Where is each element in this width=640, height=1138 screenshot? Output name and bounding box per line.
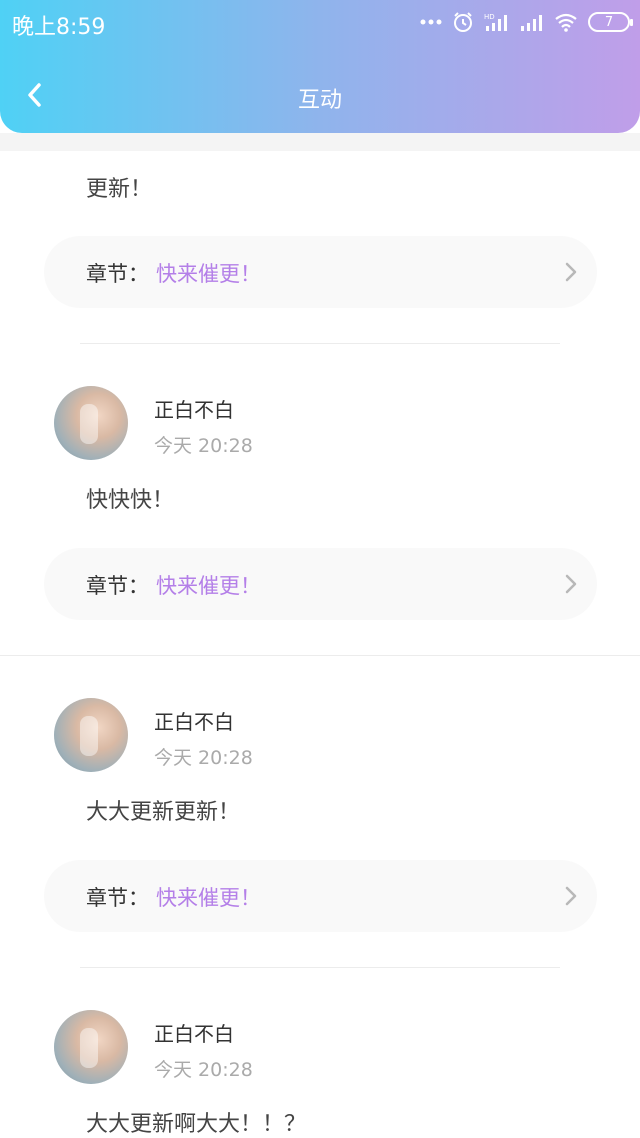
interaction-feed[interactable]: 更新！ 章节： 快来催更！ 正白不白 今天 20:28 快快快！ 章节： 快来催… (0, 151, 640, 1138)
signal-icon (521, 15, 542, 31)
page-title: 互动 (297, 88, 342, 113)
chapter-title: 快来催更！ (156, 262, 261, 286)
chapter-link[interactable]: 章节： 快来催更！ (44, 548, 597, 620)
chapter-label: 章节： (86, 574, 149, 598)
post-comment: 大大更新更新！ (86, 800, 241, 825)
post-comment: 更新！ (86, 177, 153, 202)
status-icons: HD 7 (420, 10, 633, 34)
chapter-label: 章节： (86, 262, 149, 286)
post-time: 今天 20:28 (154, 1059, 253, 1081)
avatar[interactable] (54, 386, 128, 460)
avatar[interactable] (54, 1010, 128, 1084)
post-time: 今天 20:28 (154, 747, 253, 769)
post-comment: 快快快！ (86, 488, 175, 513)
chevron-right-icon (565, 886, 577, 906)
post-time: 今天 20:28 (154, 435, 253, 457)
chapter-link[interactable]: 章节： 快来催更！ (44, 860, 597, 932)
battery-icon: 7 (588, 12, 633, 32)
chapter-link[interactable]: 章节： 快来催更！ (44, 236, 597, 308)
alarm-icon (454, 12, 472, 32)
chevron-right-icon (565, 262, 577, 282)
chapter-title: 快来催更！ (156, 574, 261, 598)
post-comment: 大大更新啊大大！！？ (86, 1112, 307, 1137)
username[interactable]: 正白不白 (154, 1018, 234, 1047)
divider (0, 655, 640, 656)
divider (80, 967, 560, 968)
wifi-icon (555, 13, 577, 32)
avatar[interactable] (54, 698, 128, 772)
header-spacer (0, 133, 640, 151)
username[interactable]: 正白不白 (154, 394, 234, 423)
app-header: 晚上8:59 HD 7 互动 (0, 0, 640, 133)
chapter-title: 快来催更！ (156, 886, 261, 910)
status-bar: 晚上8:59 HD 7 (0, 0, 640, 44)
status-time: 晚上8:59 (12, 15, 106, 40)
divider (80, 343, 560, 344)
svg-text:HD: HD (484, 13, 495, 21)
username[interactable]: 正白不白 (154, 706, 234, 735)
hd-signal-icon: HD (484, 13, 507, 31)
chevron-right-icon (565, 574, 577, 594)
chapter-label: 章节： (86, 886, 149, 910)
more-dots-icon (420, 19, 442, 25)
